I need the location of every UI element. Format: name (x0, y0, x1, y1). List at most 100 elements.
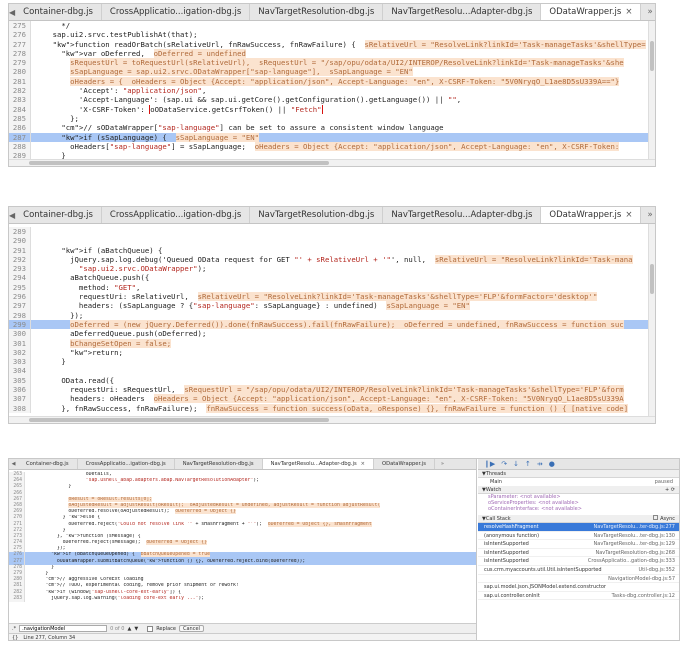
line-number[interactable]: 283 (9, 595, 25, 602)
line-number[interactable]: 293 (9, 264, 31, 274)
deactivate-breakpoints-icon[interactable]: ⇸ (537, 460, 543, 468)
line-number[interactable]: 294 (9, 273, 31, 283)
code-line[interactable]: 279 sRequestUrl = toRequestUrl(sRelative… (9, 58, 655, 68)
code-area[interactable]: 289 290 291 "kw">if (aBatchQueue) {292 jQu… (9, 227, 655, 413)
code-line[interactable]: 305 OData.read({ (9, 375, 655, 386)
tab-odatawrapper-js[interactable]: ODataWrapper.js × (541, 4, 642, 20)
tab-overflow-icon[interactable]: » (641, 4, 655, 20)
line-number[interactable]: 291 (9, 245, 31, 255)
tab-navtargetresolu-adapter-dbg-js[interactable]: NavTargetResolu...Adapter-dbg.js (383, 4, 542, 20)
threads-header[interactable]: ▼ Threads (478, 470, 679, 478)
line-number[interactable]: 281 (9, 76, 31, 87)
code-line[interactable]: 299 oDeferred = (new jQuery.Deferred()).… (9, 319, 655, 330)
code-line[interactable]: 276 sap.ui2.srvc.testPublishAt(that); (9, 30, 655, 40)
code-line[interactable]: 306 requestUri: sRequestUrl, sRequestUrl… (9, 385, 655, 395)
line-number[interactable]: 308 (9, 403, 31, 413)
line-number[interactable]: 297 (9, 301, 31, 311)
code-line[interactable]: 304 (9, 366, 655, 376)
frame-location[interactable]: CrossApplicatio...gation-dbg.js:333 (588, 557, 679, 565)
horizontal-scrollbar[interactable] (9, 159, 655, 166)
frame-location[interactable]: Tasks-dbg.controller.js:12 (612, 592, 679, 600)
code-area[interactable]: 263 oDetails, 264 "sap.ushell_abap.adapte… (9, 472, 476, 602)
call-frame[interactable]: isIntentSupported NavTargetResolution-dbg… (478, 549, 679, 558)
line-number[interactable]: 290 (9, 236, 31, 246)
code-line[interactable]: 285 }; (9, 113, 655, 124)
tab-crossapplicatio-igation-dbg-js[interactable]: CrossApplicatio...igation-dbg.js (78, 459, 175, 469)
tab-nav-left-icon[interactable]: ◀ (9, 459, 18, 469)
step-out-icon[interactable]: ↑ (525, 460, 531, 468)
call-frame[interactable]: resolveHashFragment NavTargetResolu...ter… (478, 523, 679, 532)
code-line[interactable]: 303 } (9, 357, 655, 367)
search-input[interactable] (19, 625, 108, 632)
code-line[interactable]: 301 bChangeSetOpen = false; (9, 338, 655, 348)
tab-overflow-icon[interactable]: » (435, 459, 450, 469)
call-frame[interactable]: isIntentSupported NavTargetResolu...ter-d… (478, 540, 679, 549)
tab-container-dbg-js[interactable]: Container-dbg.js (18, 459, 78, 469)
frame-location[interactable]: NavigationModel-dbg.js:57 (608, 575, 679, 583)
line-number[interactable]: 287 (9, 132, 31, 142)
async-checkbox[interactable] (653, 515, 659, 520)
line-number[interactable]: 283 (9, 95, 31, 105)
code-line[interactable]: 298 }); (9, 310, 655, 320)
line-number[interactable]: 296 (9, 292, 31, 302)
line-number[interactable]: 299 (9, 319, 31, 330)
code-line[interactable]: 281 oHeaders = { oHeaders = Object {Acce… (9, 76, 655, 87)
code-line[interactable]: 300 aDeferredQueue.push(oDeferred); (9, 329, 655, 339)
replace-checkbox[interactable] (147, 625, 154, 632)
code-line[interactable]: 286 "cm">// sODataWrapper["sap-language"… (9, 123, 655, 133)
pause-icon[interactable]: ❙▶ (484, 460, 495, 468)
code-line[interactable]: 296 requestUri: sRelativeUrl, sRelativeU… (9, 292, 655, 302)
call-frame[interactable]: sap.ui.controller.onInit Tasks-dbg.contro… (478, 592, 679, 601)
call-frame[interactable]: (anonymous function) NavTargetResolu...te… (478, 532, 679, 541)
code-line[interactable]: 282 'Accept': "application/json", (9, 86, 655, 96)
callstack-header[interactable]: ▼ Call Stack Async (478, 515, 679, 523)
tab-navtargetresolu-adapter-dbg-js[interactable]: NavTargetResolu...Adapter-dbg.js × (262, 459, 375, 469)
line-number[interactable]: 288 (9, 141, 31, 152)
code-line[interactable]: 283 'Accept-Language': (sap.ui && sap.ui… (9, 95, 655, 105)
code-line[interactable]: 275 */ (9, 21, 655, 31)
format-icon[interactable]: {} (12, 635, 18, 640)
tab-container-dbg-js[interactable]: Container-dbg.js (15, 4, 102, 20)
line-number[interactable]: 304 (9, 366, 31, 376)
code-line[interactable]: 291 "kw">if (aBatchQueue) { (9, 245, 655, 255)
line-number[interactable]: 289 (9, 227, 31, 237)
watch-item[interactable]: oContainerInterface: <not available> (478, 506, 679, 512)
frame-location[interactable] (675, 583, 679, 591)
tab-navtargetresolution-dbg-js[interactable]: NavTargetResolution-dbg.js (175, 459, 263, 469)
tab-navtargetresolu-adapter-dbg-js[interactable]: NavTargetResolu...Adapter-dbg.js (383, 207, 542, 223)
line-number[interactable]: 301 (9, 338, 31, 348)
step-over-icon[interactable]: ↷ (501, 460, 507, 468)
code-line[interactable]: 288 oHeaders["sap-language"] = sSapLangu… (9, 141, 655, 152)
vertical-scrollbar[interactable] (648, 21, 655, 166)
line-number[interactable]: 279 (9, 58, 31, 68)
watch-header[interactable]: ▼ Watch + ⟳ (478, 486, 679, 494)
code-line[interactable]: 294 aBatchQueue.push({ (9, 273, 655, 283)
line-number[interactable]: 306 (9, 385, 31, 395)
cancel-button[interactable]: Cancel (178, 625, 204, 632)
tab-odatawrapper-js[interactable]: ODataWrapper.js (374, 459, 435, 469)
code-line[interactable]: 278 "kw">var oDeferred, oDeferred = unde… (9, 48, 655, 59)
code-line[interactable]: 295 method: "GET", (9, 282, 655, 293)
pause-on-exceptions-icon[interactable]: ● (549, 460, 555, 468)
tab-navtargetresolution-dbg-js[interactable]: NavTargetResolution-dbg.js (250, 207, 384, 223)
line-number[interactable]: 277 (9, 39, 31, 49)
code-line[interactable]: 277 "kw">function readOrBatch(sRelativeU… (9, 39, 655, 49)
tab-odatawrapper-js[interactable]: ODataWrapper.js × (541, 207, 642, 223)
code-line[interactable]: 308 }, fnRawSuccess, fnRawFailure); fnRa… (9, 403, 655, 413)
line-number[interactable]: 298 (9, 310, 31, 320)
line-number[interactable]: 284 (9, 104, 31, 114)
frame-location[interactable]: NavTargetResolution-dbg.js:268 (596, 549, 680, 557)
code-line[interactable]: 287 "kw">if (sSapLanguage) { sSapLanguag… (9, 132, 655, 142)
thread-row[interactable]: Main paused (478, 478, 679, 486)
line-number[interactable]: 282 (9, 86, 31, 96)
line-number[interactable]: 276 (9, 30, 31, 40)
step-into-icon[interactable]: ↓ (513, 460, 519, 468)
search-next-icon[interactable]: ▼ (134, 626, 138, 632)
tab-overflow-icon[interactable]: » (641, 207, 655, 223)
code-line[interactable]: 284 'X-CSRF-Token': oODataService.getCsr… (9, 104, 655, 114)
close-tab-icon[interactable]: × (625, 210, 632, 220)
call-frame[interactable]: isIntentSupported CrossApplicatio...gatio… (478, 557, 679, 566)
frame-location[interactable]: NavTargetResolu...ter-dbg.js:277 (594, 523, 679, 531)
line-number[interactable]: 275 (9, 21, 31, 31)
code-line[interactable]: 290 (9, 236, 655, 246)
